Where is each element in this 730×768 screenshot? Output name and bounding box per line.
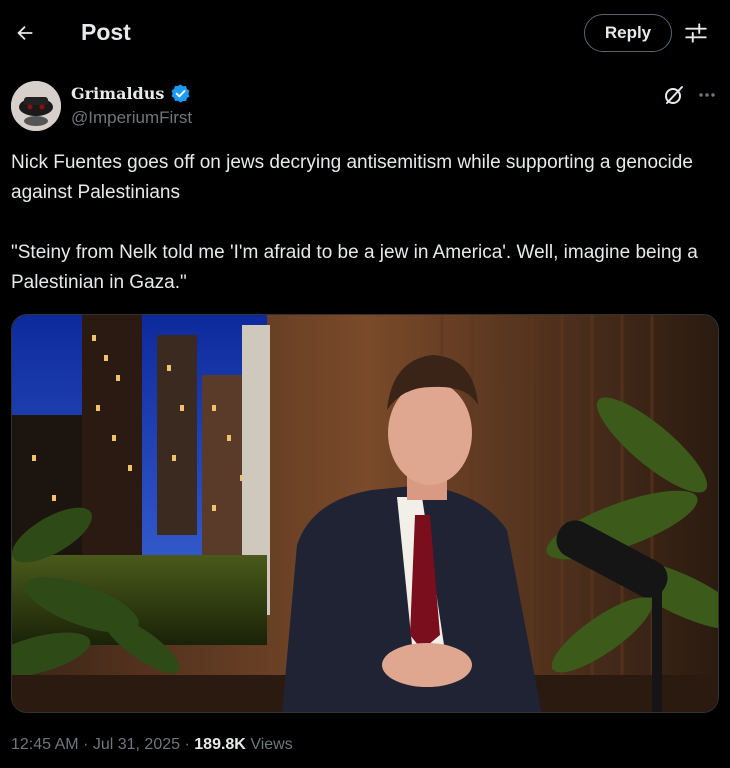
more-horizontal-icon bbox=[699, 93, 715, 97]
video-player[interactable] bbox=[11, 314, 719, 713]
back-button[interactable] bbox=[10, 18, 40, 48]
separator: · bbox=[184, 736, 190, 753]
grok-button[interactable] bbox=[662, 83, 686, 107]
author-name[interactable]: Grimaldus bbox=[71, 84, 164, 103]
views-count: 189.8K bbox=[194, 736, 246, 753]
author-handle[interactable]: @ImperiumFirst bbox=[71, 108, 192, 128]
post-date[interactable]: Jul 31, 2025 bbox=[93, 736, 180, 753]
post-quote-text: "Steiny from Nelk told me 'I'm afraid to… bbox=[11, 242, 698, 293]
views-label: Views bbox=[250, 736, 293, 753]
post-meta: 12:45 AM · Jul 31, 2025 · 189.8K Views bbox=[11, 736, 293, 754]
page-title: Post bbox=[81, 19, 131, 45]
verified-badge-icon bbox=[170, 83, 191, 104]
arrow-left-icon bbox=[17, 25, 33, 41]
settings-button[interactable] bbox=[683, 20, 709, 46]
more-options-button[interactable] bbox=[695, 83, 719, 107]
separator: · bbox=[83, 736, 89, 753]
video-thumbnail bbox=[12, 315, 718, 712]
top-bar: Post Reply bbox=[0, 0, 730, 68]
grok-icon bbox=[665, 86, 683, 104]
reply-button[interactable]: Reply bbox=[584, 14, 672, 52]
post-text: Nick Fuentes goes off on jews decrying a… bbox=[11, 152, 693, 203]
avatar[interactable] bbox=[11, 81, 61, 131]
avatar-image bbox=[11, 81, 61, 131]
post-time[interactable]: 12:45 AM bbox=[11, 736, 79, 753]
sliders-icon bbox=[685, 23, 707, 43]
